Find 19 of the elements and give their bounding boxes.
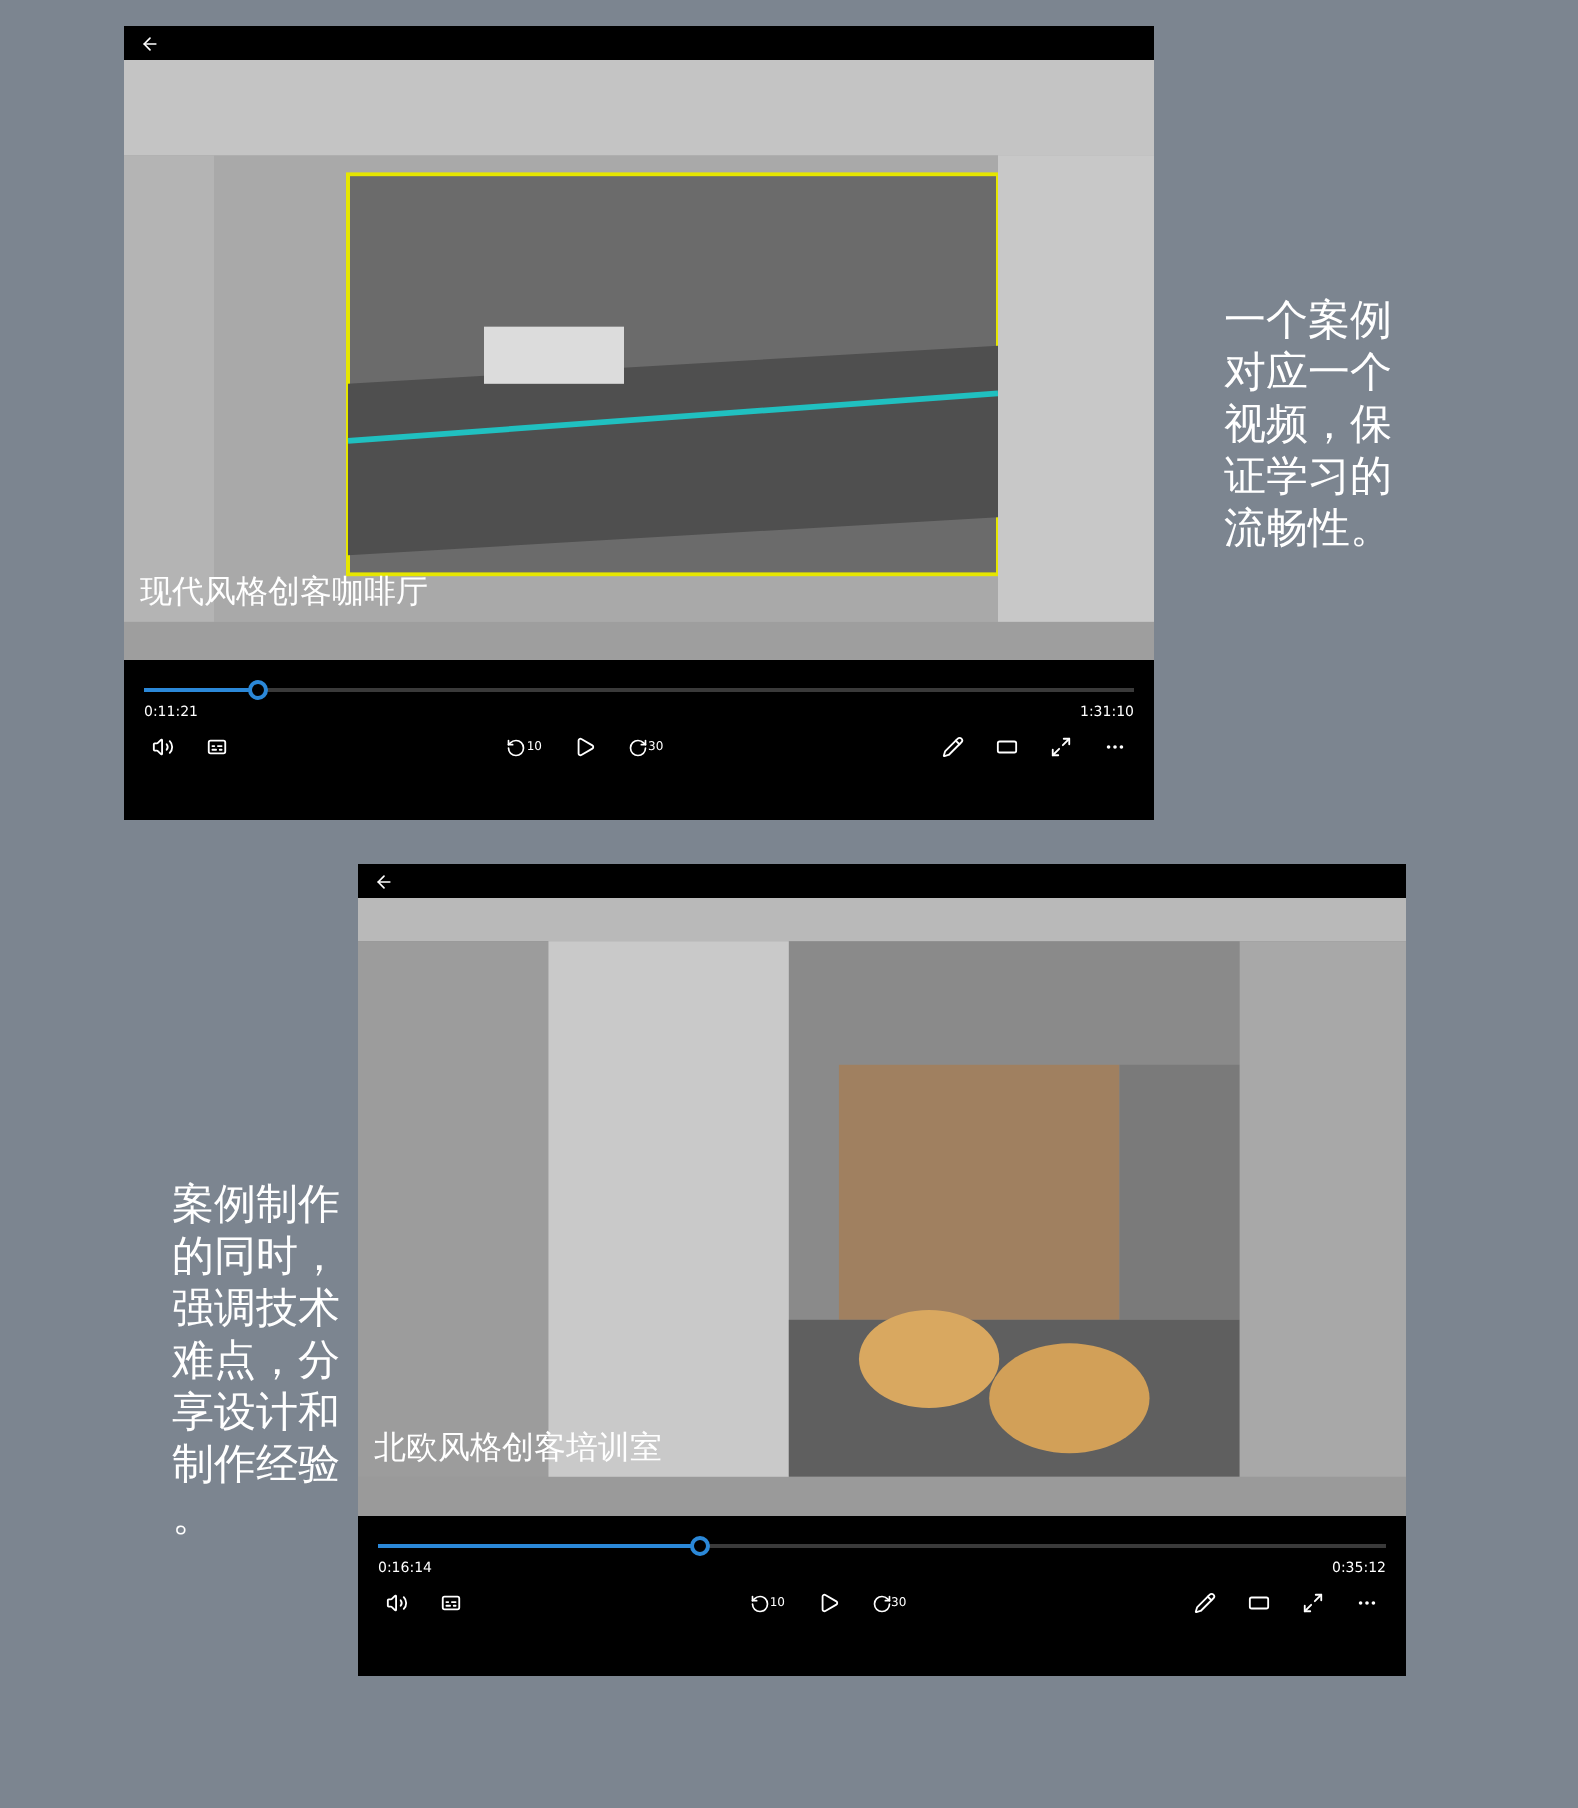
- subtitles-button[interactable]: [440, 1592, 462, 1614]
- promo-text: 一个案例对应一个视频，保证学习的流畅性。: [1224, 294, 1392, 554]
- mini-view-button[interactable]: [996, 736, 1018, 758]
- promo-text: 案例制作的同时，强调技术难点，分享设计和制作经验。: [172, 1178, 340, 1542]
- volume-button[interactable]: [386, 1592, 408, 1614]
- volume-button[interactable]: [152, 736, 174, 758]
- fullscreen-button[interactable]: [1050, 736, 1072, 758]
- back-button[interactable]: [140, 33, 160, 53]
- edit-button[interactable]: [1194, 1592, 1216, 1614]
- play-button[interactable]: [574, 736, 596, 758]
- mini-view-button[interactable]: [1248, 1592, 1270, 1614]
- fullscreen-button[interactable]: [1302, 1592, 1324, 1614]
- video-caption: 现代风格创客咖啡厅: [140, 576, 428, 608]
- subtitles-button[interactable]: [206, 736, 228, 758]
- edit-button[interactable]: [942, 736, 964, 758]
- play-button[interactable]: [817, 1592, 839, 1614]
- back-button[interactable]: [374, 871, 394, 891]
- progress-thumb[interactable]: [247, 680, 268, 700]
- progress-thumb[interactable]: [690, 1536, 711, 1556]
